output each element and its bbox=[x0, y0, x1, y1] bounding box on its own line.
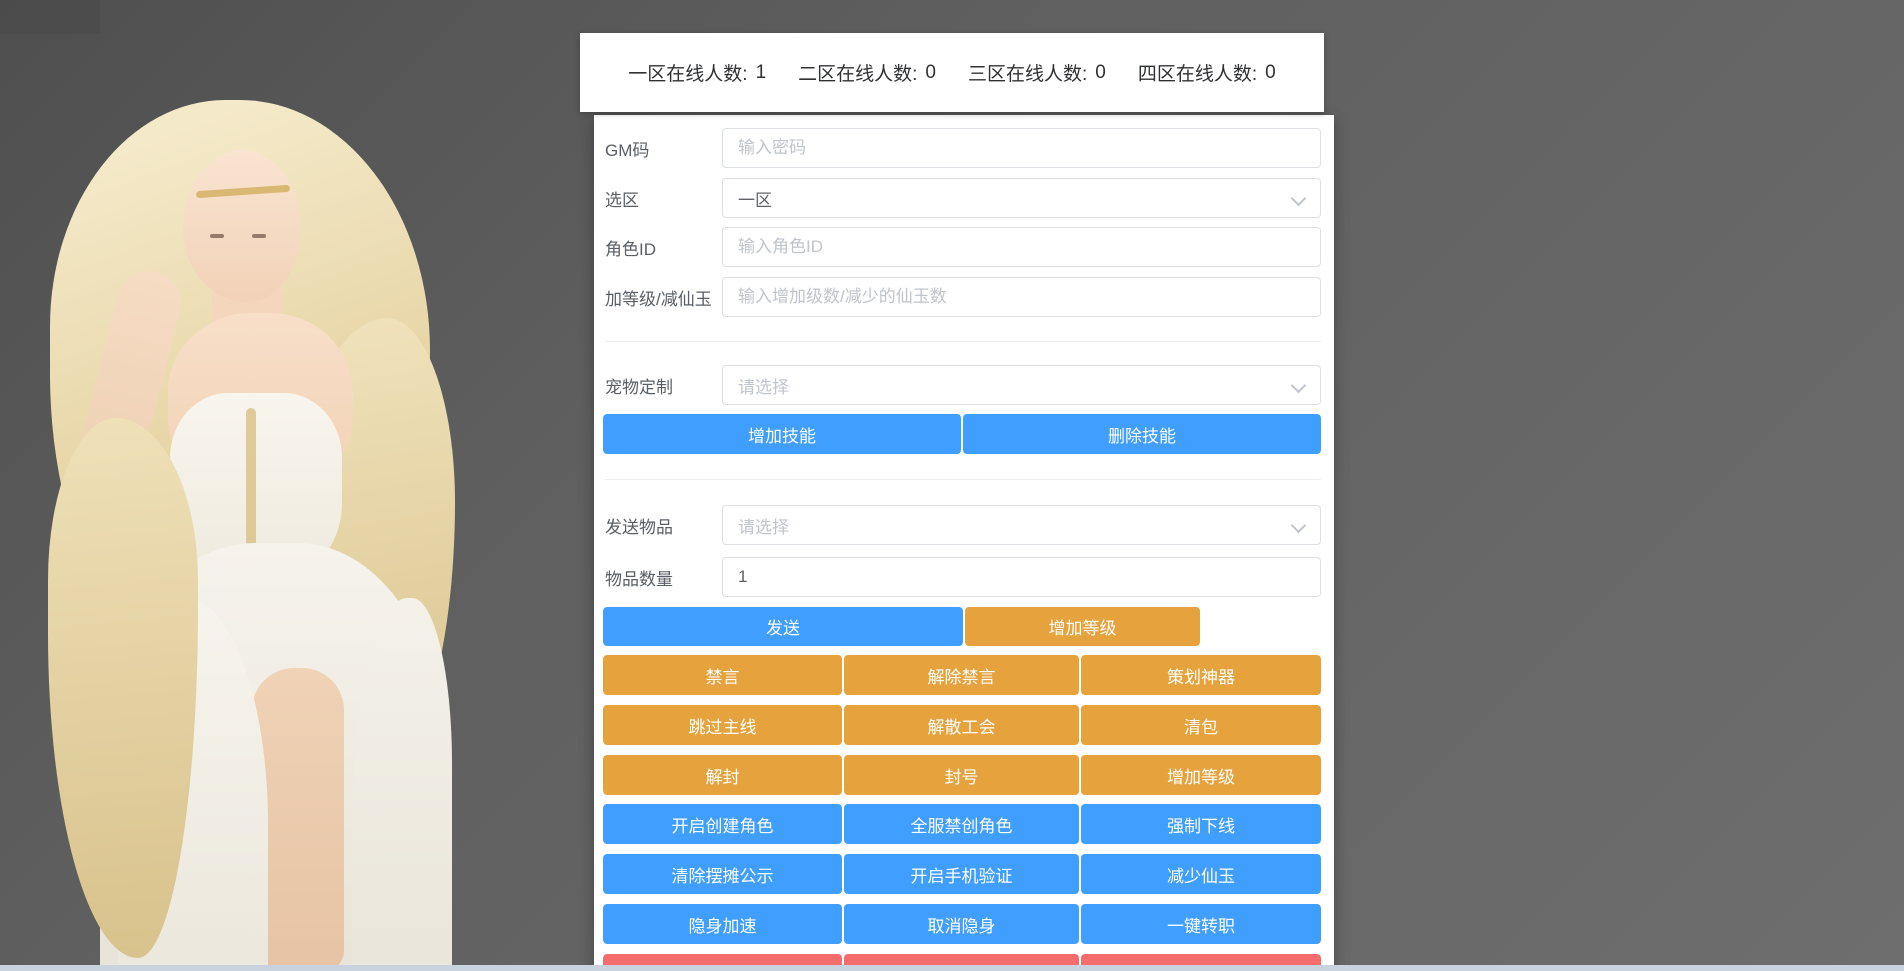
skill-button-row: 增加技能 删除技能 bbox=[603, 414, 1321, 454]
torso-shape bbox=[168, 313, 353, 488]
item-qty-row: 物品数量 bbox=[605, 557, 1321, 597]
zone4-online-stat: 四区在线人数: 0 bbox=[1138, 59, 1276, 86]
remove-skill-button[interactable]: 删除技能 bbox=[963, 414, 1321, 454]
warning-button-row: 解封 封号 增加等级 bbox=[603, 755, 1321, 795]
enable-create-role-button[interactable]: 开启创建角色 bbox=[603, 804, 842, 844]
enable-phone-verify-button[interactable]: 开启手机验证 bbox=[844, 854, 1079, 894]
zone3-online-stat: 三区在线人数: 0 bbox=[968, 59, 1106, 86]
forbid-create-role-button[interactable]: 全服禁创角色 bbox=[844, 804, 1079, 844]
leg-shape bbox=[252, 668, 344, 971]
pet-custom-row: 宠物定制 请选择 bbox=[605, 365, 1321, 405]
chevron-down-icon bbox=[1291, 378, 1307, 394]
pet-custom-select[interactable]: 请选择 bbox=[722, 365, 1321, 405]
gm-code-label: GM码 bbox=[605, 136, 722, 161]
item-qty-label: 物品数量 bbox=[605, 565, 722, 590]
zone4-online-label: 四区在线人数: bbox=[1138, 59, 1257, 86]
zone2-online-value: 0 bbox=[925, 62, 936, 84]
face-shape bbox=[183, 150, 301, 302]
send-item-select[interactable]: 请选择 bbox=[722, 505, 1321, 545]
chevron-down-icon bbox=[1291, 518, 1307, 534]
add-skill-button[interactable]: 增加技能 bbox=[603, 414, 961, 454]
level-jade-label: 加等级/减仙玉 bbox=[605, 285, 722, 310]
skip-mainline-button[interactable]: 跳过主线 bbox=[603, 705, 842, 745]
gm-code-row: GM码 bbox=[605, 128, 1321, 168]
reduce-jade-button[interactable]: 减少仙玉 bbox=[1081, 854, 1321, 894]
disband-guild-button[interactable]: 解散工会 bbox=[844, 705, 1079, 745]
add-level-button[interactable]: 增加等级 bbox=[1081, 755, 1321, 795]
level-jade-row: 加等级/减仙玉 bbox=[605, 277, 1321, 317]
level-jade-input[interactable] bbox=[722, 277, 1321, 317]
tiara-shape bbox=[196, 185, 290, 199]
role-id-input[interactable] bbox=[722, 227, 1321, 267]
one-key-class-change-button[interactable]: 一键转职 bbox=[1081, 904, 1321, 944]
zone1-online-value: 1 bbox=[756, 62, 767, 84]
cancel-stealth-button[interactable]: 取消隐身 bbox=[844, 904, 1079, 944]
zone-select[interactable]: 一区 bbox=[722, 178, 1321, 218]
zone3-online-value: 0 bbox=[1095, 62, 1106, 84]
role-id-label: 角色ID bbox=[605, 235, 722, 260]
zone2-online-label: 二区在线人数: bbox=[798, 59, 917, 86]
zone-label: 选区 bbox=[605, 186, 722, 211]
zone1-online-label: 一区在线人数: bbox=[628, 59, 747, 86]
warning-button-row: 禁言 解除禁言 策划神器 bbox=[603, 655, 1321, 695]
skirt-shape bbox=[118, 598, 268, 971]
stealth-speed-button[interactable]: 隐身加速 bbox=[603, 904, 842, 944]
send-item-row: 发送物品 请选择 bbox=[605, 505, 1321, 545]
send-button-row: 发送 增加等级 bbox=[603, 607, 1321, 646]
section-divider bbox=[605, 479, 1321, 480]
unmute-button[interactable]: 解除禁言 bbox=[844, 655, 1079, 695]
hair-shape bbox=[305, 318, 455, 778]
page: 一区在线人数: 1 二区在线人数: 0 三区在线人数: 0 四区在线人数: 0 … bbox=[0, 0, 1904, 971]
pet-custom-label: 宠物定制 bbox=[605, 373, 722, 398]
neck-shape bbox=[212, 278, 282, 348]
skirt-shape bbox=[352, 598, 452, 971]
character-illustration bbox=[0, 38, 640, 971]
primary-button-row: 开启创建角色 全服禁创角色 强制下线 bbox=[603, 804, 1321, 844]
send-button[interactable]: 发送 bbox=[603, 607, 963, 646]
ban-button[interactable]: 封号 bbox=[844, 755, 1079, 795]
role-id-row: 角色ID bbox=[605, 227, 1321, 267]
warning-button-row: 跳过主线 解散工会 清包 bbox=[603, 705, 1321, 745]
zone-row: 选区 一区 bbox=[605, 178, 1321, 218]
mute-button[interactable]: 禁言 bbox=[603, 655, 842, 695]
zone4-online-value: 0 bbox=[1265, 62, 1276, 84]
arm-shape bbox=[60, 264, 187, 541]
online-stats-header: 一区在线人数: 1 二区在线人数: 0 三区在线人数: 0 四区在线人数: 0 bbox=[580, 33, 1324, 112]
add-level-top-button[interactable]: 增加等级 bbox=[965, 607, 1200, 646]
hair-shape bbox=[48, 418, 198, 958]
clear-stall-notice-button[interactable]: 清除摆摊公示 bbox=[603, 854, 842, 894]
item-qty-input[interactable] bbox=[722, 557, 1321, 597]
zone-select-value: 一区 bbox=[738, 186, 772, 211]
hair-shape bbox=[50, 100, 430, 720]
clear-bag-button[interactable]: 清包 bbox=[1081, 705, 1321, 745]
unban-button[interactable]: 解封 bbox=[603, 755, 842, 795]
dress-trim-shape bbox=[246, 408, 256, 568]
bottom-scrollbar[interactable] bbox=[0, 965, 1904, 971]
eye-shape bbox=[252, 234, 266, 238]
zone2-online-stat: 二区在线人数: 0 bbox=[798, 59, 936, 86]
primary-button-row: 清除摆摊公示 开启手机验证 减少仙玉 bbox=[603, 854, 1321, 894]
gm-panel: GM码 选区 一区 角色ID 加等级/减仙玉 宠物定制 请选择 bbox=[594, 115, 1334, 971]
online-stats: 一区在线人数: 1 二区在线人数: 0 三区在线人数: 0 四区在线人数: 0 bbox=[628, 59, 1275, 86]
dress-shape bbox=[170, 393, 342, 583]
gm-code-input[interactable] bbox=[722, 128, 1321, 168]
send-item-placeholder: 请选择 bbox=[738, 513, 789, 538]
send-item-label: 发送物品 bbox=[605, 513, 722, 538]
force-offline-button[interactable]: 强制下线 bbox=[1081, 804, 1321, 844]
chevron-down-icon bbox=[1291, 191, 1307, 207]
background-patch bbox=[0, 0, 100, 34]
section-divider bbox=[605, 341, 1321, 342]
eye-shape bbox=[210, 234, 224, 238]
primary-button-row: 隐身加速 取消隐身 一键转职 bbox=[603, 904, 1321, 944]
zone1-online-stat: 一区在线人数: 1 bbox=[628, 59, 766, 86]
planner-tool-button[interactable]: 策划神器 bbox=[1081, 655, 1321, 695]
skirt-shape bbox=[100, 543, 440, 971]
pet-custom-placeholder: 请选择 bbox=[738, 373, 789, 398]
zone3-online-label: 三区在线人数: bbox=[968, 59, 1087, 86]
